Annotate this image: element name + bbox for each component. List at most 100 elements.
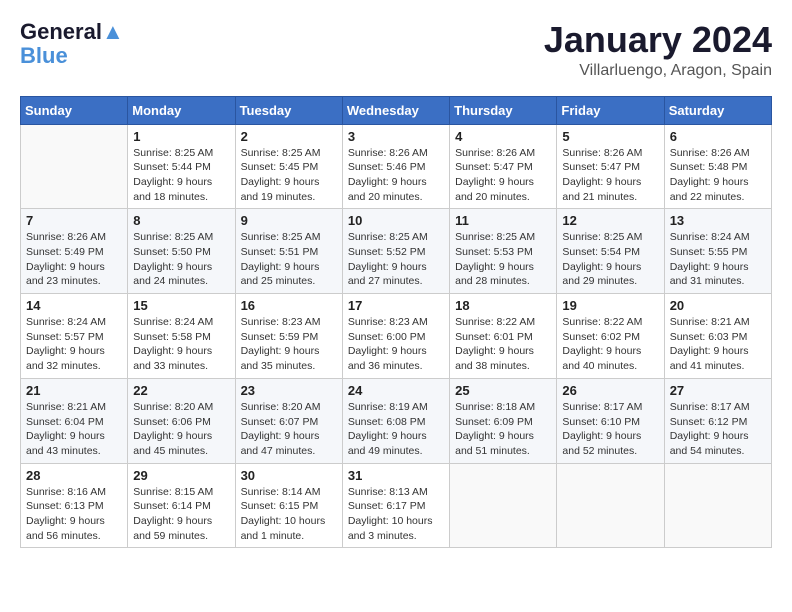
calendar-cell: 14 Sunrise: 8:24 AM Sunset: 5:57 PM Dayli… — [21, 294, 128, 379]
calendar-cell: 18 Sunrise: 8:22 AM Sunset: 6:01 PM Dayli… — [450, 294, 557, 379]
calendar-cell: 13 Sunrise: 8:24 AM Sunset: 5:55 PM Dayli… — [664, 209, 771, 294]
day-number: 6 — [670, 129, 766, 144]
day-info: Sunrise: 8:26 AM Sunset: 5:47 PM Dayligh… — [562, 146, 658, 205]
weekday-header: Friday — [557, 96, 664, 124]
day-info: Sunrise: 8:13 AM Sunset: 6:17 PM Dayligh… — [348, 485, 444, 544]
calendar-cell: 20 Sunrise: 8:21 AM Sunset: 6:03 PM Dayli… — [664, 294, 771, 379]
calendar-week-row: 28Sunrise: 8:16 AM Sunset: 6:13 PM Dayli… — [21, 463, 772, 548]
day-number: 22 — [133, 383, 229, 398]
weekday-header: Tuesday — [235, 96, 342, 124]
day-info: Sunrise: 8:17 AM Sunset: 6:10 PM Dayligh… — [562, 400, 658, 459]
calendar-cell: 24 Sunrise: 8:19 AM Sunset: 6:08 PM Dayli… — [342, 378, 449, 463]
calendar-week-row: 1Sunrise: 8:25 AM Sunset: 5:44 PM Daylig… — [21, 124, 772, 209]
day-info: Sunrise: 8:14 AM Sunset: 6:15 PM Dayligh… — [241, 485, 337, 544]
day-info: Sunrise: 8:24 AM Sunset: 5:55 PM Dayligh… — [670, 230, 766, 289]
calendar-cell: 29 Sunrise: 8:15 AM Sunset: 6:14 PM Dayli… — [128, 463, 235, 548]
day-number: 18 — [455, 298, 551, 313]
logo-text: General▲ — [20, 20, 124, 44]
day-number: 13 — [670, 213, 766, 228]
calendar-cell: 15 Sunrise: 8:24 AM Sunset: 5:58 PM Dayli… — [128, 294, 235, 379]
calendar-cell — [450, 463, 557, 548]
day-info: Sunrise: 8:24 AM Sunset: 5:58 PM Dayligh… — [133, 315, 229, 374]
day-info: Sunrise: 8:15 AM Sunset: 6:14 PM Dayligh… — [133, 485, 229, 544]
day-number: 1 — [133, 129, 229, 144]
calendar-cell — [664, 463, 771, 548]
day-number: 27 — [670, 383, 766, 398]
day-number: 21 — [26, 383, 122, 398]
calendar-week-row: 7Sunrise: 8:26 AM Sunset: 5:49 PM Daylig… — [21, 209, 772, 294]
day-info: Sunrise: 8:20 AM Sunset: 6:07 PM Dayligh… — [241, 400, 337, 459]
weekday-header: Thursday — [450, 96, 557, 124]
day-info: Sunrise: 8:26 AM Sunset: 5:46 PM Dayligh… — [348, 146, 444, 205]
calendar-cell: 3Sunrise: 8:26 AM Sunset: 5:46 PM Daylig… — [342, 124, 449, 209]
calendar-cell: 4 Sunrise: 8:26 AM Sunset: 5:47 PM Daylig… — [450, 124, 557, 209]
calendar-cell: 22 Sunrise: 8:20 AM Sunset: 6:06 PM Dayli… — [128, 378, 235, 463]
calendar-cell: 23 Sunrise: 8:20 AM Sunset: 6:07 PM Dayli… — [235, 378, 342, 463]
day-info: Sunrise: 8:25 AM Sunset: 5:50 PM Dayligh… — [133, 230, 229, 289]
day-number: 9 — [241, 213, 337, 228]
calendar-cell: 19 Sunrise: 8:22 AM Sunset: 6:02 PM Dayli… — [557, 294, 664, 379]
day-number: 14 — [26, 298, 122, 313]
calendar-cell: 21 Sunrise: 8:21 AM Sunset: 6:04 PM Dayli… — [21, 378, 128, 463]
day-info: Sunrise: 8:21 AM Sunset: 6:03 PM Dayligh… — [670, 315, 766, 374]
calendar-title: January 2024 — [544, 20, 772, 60]
day-number: 2 — [241, 129, 337, 144]
day-info: Sunrise: 8:25 AM Sunset: 5:45 PM Dayligh… — [241, 146, 337, 205]
calendar-cell: 27 Sunrise: 8:17 AM Sunset: 6:12 PM Dayli… — [664, 378, 771, 463]
calendar-cell: 2 Sunrise: 8:25 AM Sunset: 5:45 PM Daylig… — [235, 124, 342, 209]
day-number: 7 — [26, 213, 122, 228]
day-info: Sunrise: 8:20 AM Sunset: 6:06 PM Dayligh… — [133, 400, 229, 459]
day-number: 26 — [562, 383, 658, 398]
day-number: 10 — [348, 213, 444, 228]
calendar-week-row: 14 Sunrise: 8:24 AM Sunset: 5:57 PM Dayli… — [21, 294, 772, 379]
day-number: 11 — [455, 213, 551, 228]
day-number: 4 — [455, 129, 551, 144]
day-number: 8 — [133, 213, 229, 228]
day-number: 20 — [670, 298, 766, 313]
calendar-cell: 1Sunrise: 8:25 AM Sunset: 5:44 PM Daylig… — [128, 124, 235, 209]
day-info: Sunrise: 8:26 AM Sunset: 5:48 PM Dayligh… — [670, 146, 766, 205]
day-number: 25 — [455, 383, 551, 398]
day-info: Sunrise: 8:25 AM Sunset: 5:52 PM Dayligh… — [348, 230, 444, 289]
day-number: 23 — [241, 383, 337, 398]
day-number: 30 — [241, 468, 337, 483]
day-info: Sunrise: 8:22 AM Sunset: 6:01 PM Dayligh… — [455, 315, 551, 374]
day-info: Sunrise: 8:23 AM Sunset: 5:59 PM Dayligh… — [241, 315, 337, 374]
title-section: January 2024 Villarluengo, Aragon, Spain — [544, 20, 772, 80]
day-info: Sunrise: 8:25 AM Sunset: 5:53 PM Dayligh… — [455, 230, 551, 289]
logo: General▲ Blue — [20, 20, 124, 68]
day-number: 17 — [348, 298, 444, 313]
calendar-cell: 5Sunrise: 8:26 AM Sunset: 5:47 PM Daylig… — [557, 124, 664, 209]
calendar-cell: 10 Sunrise: 8:25 AM Sunset: 5:52 PM Dayli… — [342, 209, 449, 294]
calendar-cell: 9 Sunrise: 8:25 AM Sunset: 5:51 PM Daylig… — [235, 209, 342, 294]
day-info: Sunrise: 8:24 AM Sunset: 5:57 PM Dayligh… — [26, 315, 122, 374]
calendar-table: SundayMondayTuesdayWednesdayThursdayFrid… — [20, 96, 772, 549]
day-info: Sunrise: 8:25 AM Sunset: 5:51 PM Dayligh… — [241, 230, 337, 289]
day-number: 12 — [562, 213, 658, 228]
calendar-subtitle: Villarluengo, Aragon, Spain — [544, 62, 772, 80]
weekday-header: Saturday — [664, 96, 771, 124]
day-info: Sunrise: 8:17 AM Sunset: 6:12 PM Dayligh… — [670, 400, 766, 459]
day-info: Sunrise: 8:19 AM Sunset: 6:08 PM Dayligh… — [348, 400, 444, 459]
day-info: Sunrise: 8:16 AM Sunset: 6:13 PM Dayligh… — [26, 485, 122, 544]
calendar-cell: 30 Sunrise: 8:14 AM Sunset: 6:15 PM Dayli… — [235, 463, 342, 548]
calendar-cell: 6 Sunrise: 8:26 AM Sunset: 5:48 PM Daylig… — [664, 124, 771, 209]
day-info: Sunrise: 8:21 AM Sunset: 6:04 PM Dayligh… — [26, 400, 122, 459]
day-number: 15 — [133, 298, 229, 313]
day-number: 29 — [133, 468, 229, 483]
calendar-cell: 16 Sunrise: 8:23 AM Sunset: 5:59 PM Dayli… — [235, 294, 342, 379]
day-info: Sunrise: 8:25 AM Sunset: 5:54 PM Dayligh… — [562, 230, 658, 289]
day-number: 31 — [348, 468, 444, 483]
day-info: Sunrise: 8:26 AM Sunset: 5:47 PM Dayligh… — [455, 146, 551, 205]
calendar-cell: 25Sunrise: 8:18 AM Sunset: 6:09 PM Dayli… — [450, 378, 557, 463]
day-number: 16 — [241, 298, 337, 313]
day-number: 19 — [562, 298, 658, 313]
calendar-cell: 7Sunrise: 8:26 AM Sunset: 5:49 PM Daylig… — [21, 209, 128, 294]
day-number: 24 — [348, 383, 444, 398]
calendar-cell — [21, 124, 128, 209]
day-info: Sunrise: 8:22 AM Sunset: 6:02 PM Dayligh… — [562, 315, 658, 374]
calendar-header: SundayMondayTuesdayWednesdayThursdayFrid… — [21, 96, 772, 124]
calendar-cell: 11 Sunrise: 8:25 AM Sunset: 5:53 PM Dayli… — [450, 209, 557, 294]
calendar-cell: 31 Sunrise: 8:13 AM Sunset: 6:17 PM Dayli… — [342, 463, 449, 548]
weekday-header: Wednesday — [342, 96, 449, 124]
